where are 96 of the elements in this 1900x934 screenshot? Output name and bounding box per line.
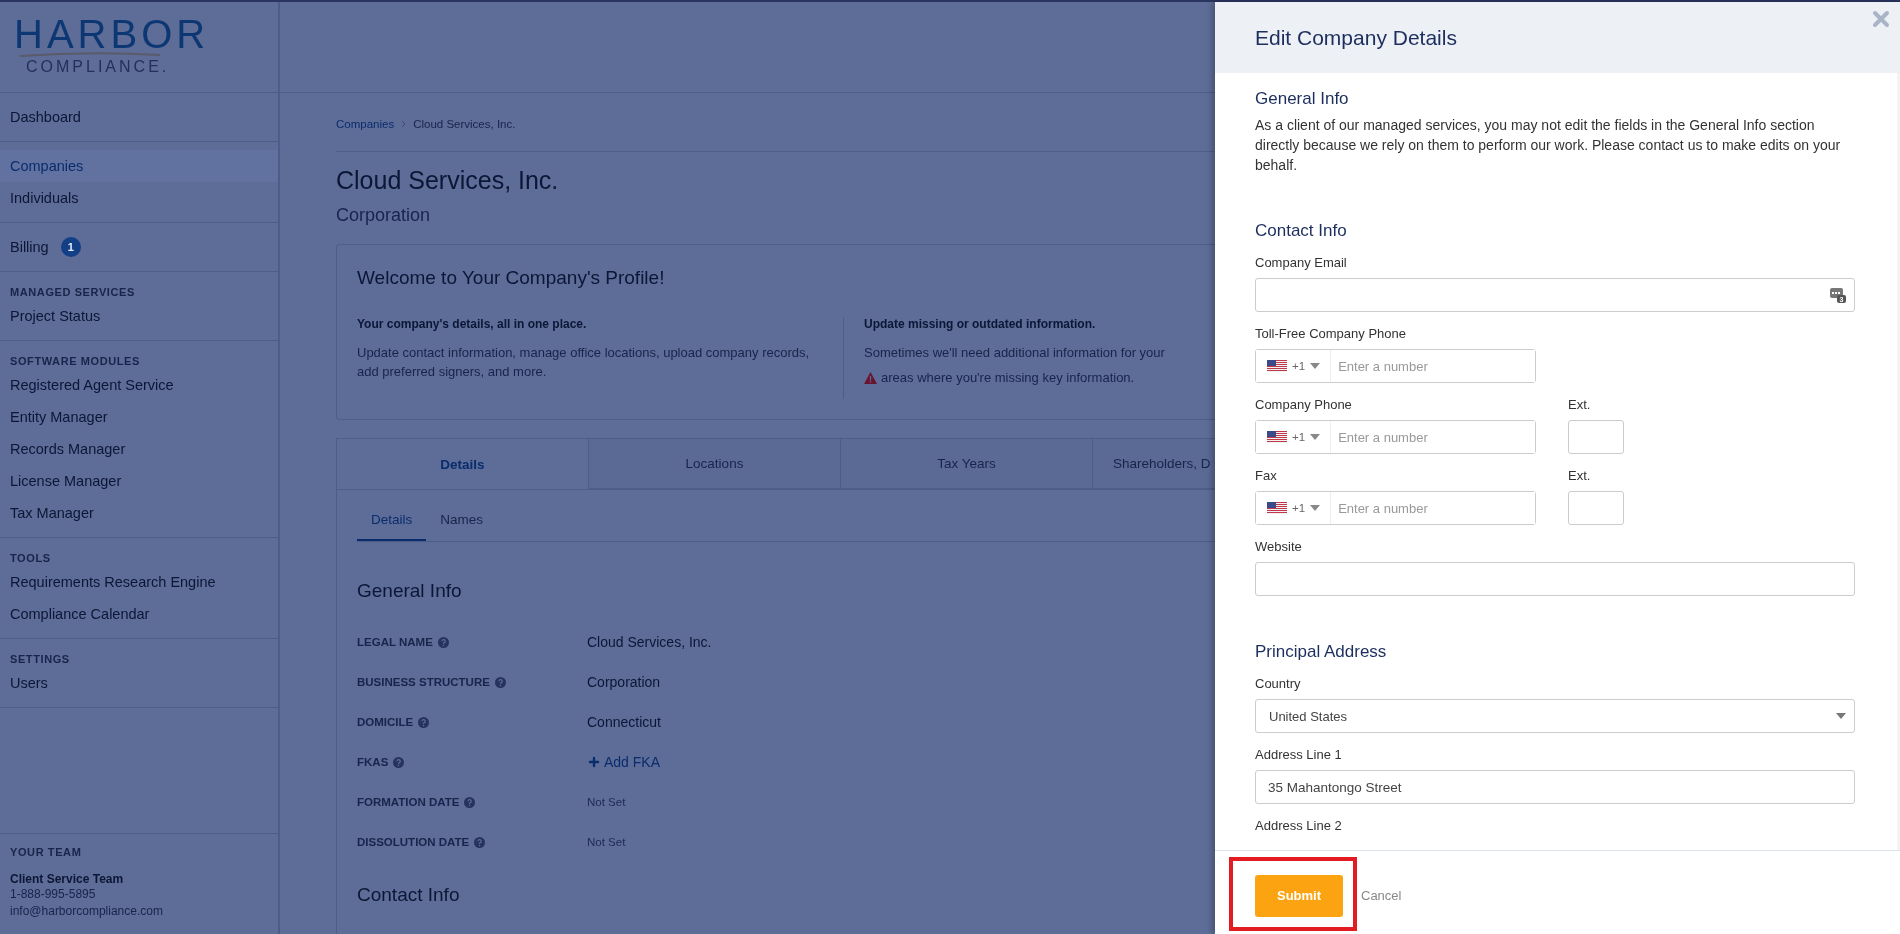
nav-item[interactable]: Billing 1 — [0, 231, 278, 263]
plus-icon — [587, 755, 601, 769]
team-email: info@harborcompliance.com — [10, 903, 164, 920]
field-value: Not Set — [587, 796, 627, 808]
field-label: DISSOLUTION DATE — [357, 836, 470, 848]
field-label: Ext. — [1568, 468, 1592, 483]
phone-input[interactable]: +1 Enter a number — [1255, 420, 1536, 454]
team-phone: 1-888-995-5895 — [10, 886, 97, 903]
field-label: Country — [1255, 676, 1302, 691]
nav-item[interactable]: Entity Manager — [0, 401, 278, 433]
field-label: Address Line 1 — [1255, 747, 1343, 762]
nav-item[interactable]: Requirements Research Engine — [0, 566, 278, 598]
section-heading: Contact Info — [1255, 221, 1348, 241]
section-heading: General Info — [357, 580, 463, 602]
flag-icon — [1267, 431, 1287, 443]
help-icon[interactable] — [474, 836, 486, 848]
field-label: Company Phone — [1255, 397, 1353, 412]
text-input[interactable]: 35 Mahantongo Street — [1255, 770, 1855, 804]
help-icon[interactable] — [418, 716, 430, 728]
help-icon[interactable] — [464, 796, 476, 808]
add-link[interactable]: Add FKA — [587, 754, 1215, 770]
nav-item[interactable]: Tax Manager — [0, 497, 278, 529]
tab[interactable]: Locations — [589, 439, 841, 489]
field-value: Cloud Services, Inc. — [587, 634, 713, 650]
nav-section-heading: MANAGED SERVICES — [9, 285, 136, 300]
field-value: Corporation — [587, 674, 662, 690]
field-label: FKAS — [357, 756, 389, 768]
flag-icon — [1267, 502, 1287, 514]
field-label: Ext. — [1568, 397, 1592, 412]
tab[interactable]: Tax Years — [841, 439, 1093, 489]
field-value: Connecticut — [587, 714, 662, 730]
nav-item[interactable]: Records Manager — [0, 433, 278, 465]
country-code-dropdown[interactable]: +1 — [1256, 492, 1332, 524]
field-label: Address Line 2 — [1255, 818, 1343, 833]
caret-icon — [1310, 505, 1321, 511]
field-label: Website — [1255, 539, 1303, 554]
cancel-link[interactable]: Cancel — [1361, 888, 1402, 903]
field-label: Fax — [1255, 468, 1278, 483]
column-heading: Your company's details, all in one place. — [357, 317, 588, 331]
breadcrumb-link[interactable]: Companies — [336, 118, 395, 130]
caret-icon — [1310, 363, 1321, 369]
nav-item[interactable]: Compliance Calendar — [0, 598, 278, 630]
nav-section-heading: SOFTWARE MODULES — [9, 354, 141, 369]
column-text: areas where you're missing key information. — [881, 369, 1135, 387]
flag-icon — [1267, 360, 1287, 372]
field-label: Company Email — [1255, 255, 1348, 270]
nav-item[interactable]: Users — [0, 667, 278, 699]
chevron-icon — [400, 120, 408, 128]
field-value: Not Set — [587, 836, 627, 848]
help-icon[interactable] — [494, 676, 506, 688]
section-heading: Principal Address — [1255, 642, 1388, 662]
nav-section-heading: TOOLS — [9, 551, 52, 566]
nav-item[interactable]: Registered Agent Service — [0, 369, 278, 401]
count-badge: 1 — [60, 237, 81, 257]
nav-item[interactable]: Companies — [0, 150, 278, 182]
sub-tab[interactable]: Names — [426, 504, 498, 541]
nav-item[interactable]: License Manager — [0, 465, 278, 497]
country-code-dropdown[interactable]: +1 — [1256, 350, 1332, 382]
column-text: Sometimes we'll need additional information for your — [864, 344, 1165, 362]
text-input[interactable] — [1255, 562, 1855, 596]
company-name: Cloud Services, Inc. — [336, 166, 560, 195]
dropdown-caret-icon — [1836, 713, 1846, 719]
field-label: DOMICILE — [357, 716, 414, 728]
warning-icon — [864, 371, 877, 384]
nav-item[interactable]: Individuals — [0, 182, 278, 214]
team-name: Client Service Team — [10, 872, 125, 886]
section-heading: General Info — [1255, 89, 1350, 109]
card-title: Welcome to Your Company's Profile! — [357, 267, 666, 289]
phone-input[interactable]: +1 Enter a number — [1255, 491, 1536, 525]
team-heading: YOUR TEAM — [10, 846, 83, 858]
company-type: Corporation — [336, 205, 432, 226]
help-icon[interactable] — [393, 756, 405, 768]
extension-input[interactable] — [1568, 420, 1624, 454]
nav-section-heading: SETTINGS — [9, 652, 71, 667]
logo[interactable]: HARBOR COMPLIANCE. — [0, 2, 278, 93]
country-select[interactable]: United States — [1255, 699, 1855, 733]
column-text: Update contact information, manage office locations, upload company records, add preferred signers, and more. — [357, 344, 811, 381]
submit-button[interactable]: Submit — [1255, 874, 1343, 917]
column-heading: Update missing or outdated information. — [864, 317, 1097, 331]
nav-item[interactable]: Project Status — [0, 300, 278, 332]
country-code-dropdown[interactable]: +1 — [1256, 421, 1332, 453]
current-page-text: Cloud Services, Inc. — [413, 118, 516, 130]
close-button[interactable] — [1872, 10, 1890, 28]
sub-tab[interactable]: Details — [357, 504, 427, 541]
extension-input[interactable] — [1568, 491, 1624, 525]
phone-input[interactable]: +1 Enter a number — [1255, 349, 1536, 383]
field-label: FORMATION DATE — [357, 796, 460, 808]
nav-item[interactable]: Dashboard — [0, 101, 278, 133]
field-label: BUSINESS STRUCTURE — [357, 676, 490, 688]
help-icon[interactable] — [437, 636, 449, 648]
section-note: As a client of our managed services, you may not edit the fields in the General Info section directly because we rely on them to perform our work. Please contact us to make edits on your behalf. — [1255, 116, 1842, 175]
drawer-title: Edit Company Details — [1255, 25, 1457, 50]
caret-icon — [1310, 434, 1321, 440]
section-heading: Contact Info — [357, 884, 461, 906]
field-label: LEGAL NAME — [357, 636, 433, 648]
field-label: Toll-Free Company Phone — [1255, 326, 1408, 341]
